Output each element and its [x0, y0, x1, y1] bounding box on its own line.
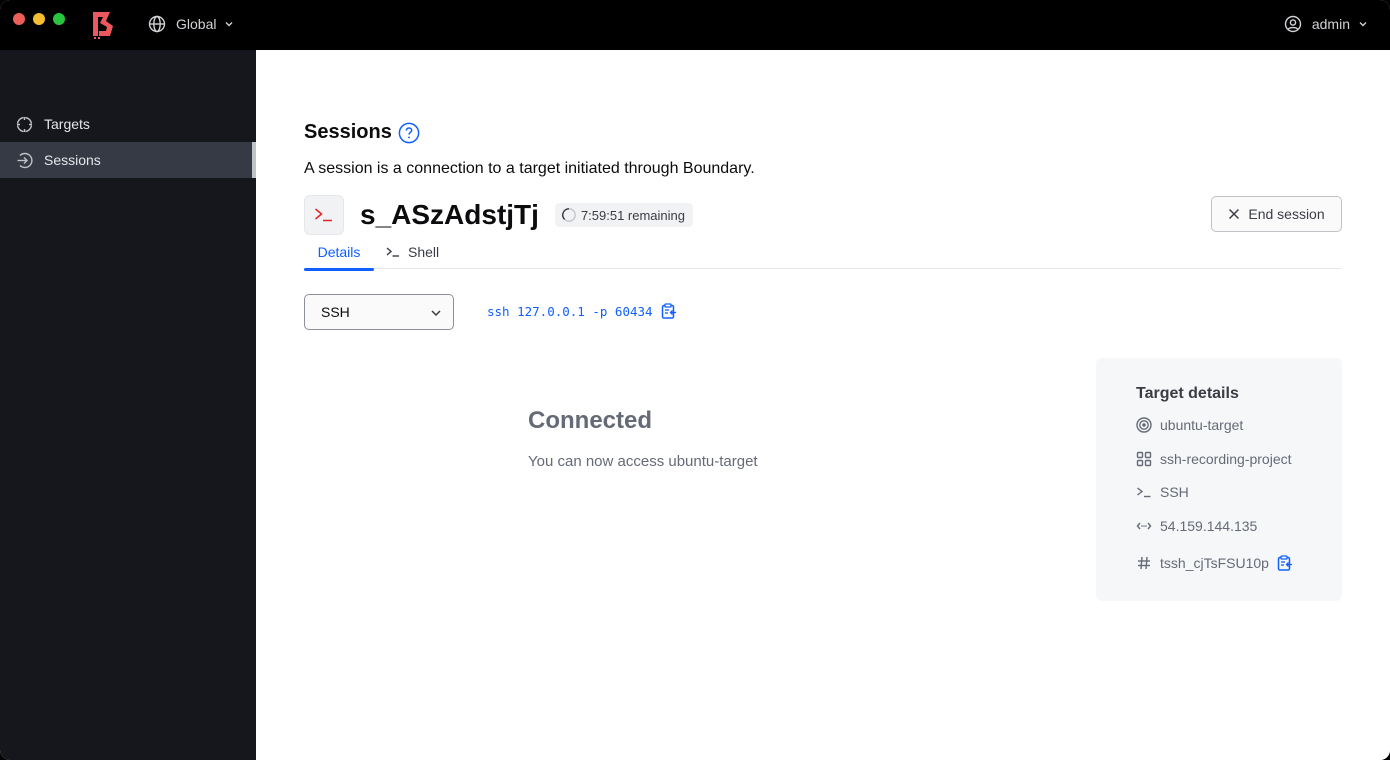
session-id: s_ASzAdstjTj: [360, 199, 539, 230]
connection-status-message: You can now access ubuntu-target: [528, 453, 758, 470]
sidebar-item-targets[interactable]: Targets: [0, 106, 253, 142]
end-session-button[interactable]: End session: [1211, 196, 1342, 232]
copy-icon[interactable]: [1277, 555, 1293, 571]
session-type-tile: [304, 195, 344, 235]
sidebar-item-label: Sessions: [44, 152, 101, 168]
target-details-title: Target details: [1136, 385, 1239, 402]
close-icon: [1229, 208, 1240, 220]
target-address-row: 54.159.144.135: [1136, 518, 1257, 534]
tab-bar: Details Shell: [304, 234, 1342, 271]
chevron-down-icon: [1359, 22, 1367, 27]
target-id: tssh_cjTsFSU10p: [1160, 555, 1269, 571]
end-session-label: End session: [1248, 206, 1325, 222]
main-content: Sessions A session is a connection to a …: [256, 50, 1390, 760]
close-window-button[interactable]: [13, 13, 25, 25]
page-description: A session is a connection to a target in…: [304, 160, 755, 177]
chevron-down-icon: [431, 310, 441, 317]
maximize-window-button[interactable]: [53, 13, 65, 25]
sidebar-item-sessions[interactable]: Sessions: [0, 142, 253, 178]
tab-label: Details: [317, 243, 361, 260]
sidebar-item-label: Targets: [44, 116, 90, 132]
protocol-select[interactable]: SSH: [304, 294, 454, 330]
minimize-window-button[interactable]: [33, 13, 45, 25]
scope-label: Global: [176, 16, 217, 32]
target-icon: [1136, 417, 1152, 433]
target-name: ubuntu-target: [1160, 417, 1244, 433]
titlebar: Global admin: [0, 0, 1390, 50]
sessions-icon: [17, 152, 33, 168]
connection-status-title: Connected: [528, 407, 653, 434]
terminal-icon: [386, 246, 399, 257]
target-type: SSH: [1160, 484, 1189, 500]
globe-icon: [148, 15, 166, 33]
connection-command-text: ssh 127.0.0.1 -p 60434: [487, 303, 653, 319]
target-address: 54.159.144.135: [1160, 518, 1258, 534]
hash-icon: [1138, 556, 1150, 570]
tab-label: Shell: [408, 243, 440, 260]
time-remaining-badge: 7:59:51 remaining: [554, 203, 694, 227]
user-icon: [1284, 15, 1302, 33]
chevron-down-icon: [225, 22, 233, 27]
boundary-logo-icon: [93, 12, 113, 39]
target-project-row: ssh-recording-project: [1136, 451, 1292, 467]
target-project: ssh-recording-project: [1160, 451, 1292, 467]
tab-details[interactable]: Details: [304, 234, 374, 271]
protocol-selected-value: SSH: [321, 304, 350, 320]
tab-shell[interactable]: Shell: [386, 234, 439, 269]
user-menu[interactable]: admin: [1284, 15, 1368, 33]
terminal-icon: [1137, 487, 1151, 498]
target-type-row: SSH: [1136, 484, 1189, 500]
page-title: Sessions: [304, 121, 420, 144]
target-icon: [16, 116, 33, 132]
sidebar: Targets Sessions: [0, 50, 256, 760]
session-header: s_ASzAdstjTj 7:59:51 remaining: [304, 195, 694, 235]
loading-icon: [562, 208, 576, 222]
target-id-row: tssh_cjTsFSU10p: [1136, 555, 1293, 571]
page-title-text: Sessions: [304, 121, 392, 143]
user-label: admin: [1311, 16, 1350, 32]
app-window: Global admin Targets Sessions Sessions A…: [0, 0, 1390, 760]
help-icon[interactable]: [398, 122, 420, 144]
address-arrows-icon: [1136, 522, 1152, 530]
connection-command: ssh 127.0.0.1 -p 60434: [487, 303, 677, 319]
copy-icon[interactable]: [661, 303, 677, 319]
time-remaining: 7:59:51 remaining: [580, 207, 686, 223]
target-name-row: ubuntu-target: [1136, 417, 1243, 433]
terminal-icon: [315, 208, 332, 222]
scope-selector[interactable]: Global: [148, 15, 244, 33]
target-details-panel: Target details ubuntu-target ssh-recordi…: [1096, 358, 1342, 601]
project-grid-icon: [1136, 451, 1152, 467]
